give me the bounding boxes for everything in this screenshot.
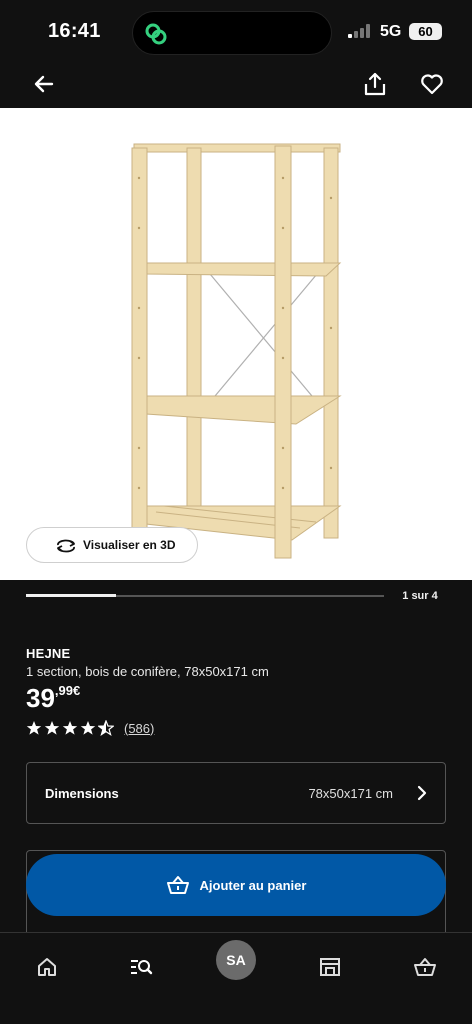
link-icon [145,23,167,45]
rotate-3d-icon [57,539,75,553]
price-decimal: ,99€ [54,683,81,698]
back-arrow-icon[interactable] [30,70,58,98]
heart-icon[interactable] [418,70,446,98]
tab-cart[interactable] [405,947,445,987]
add-to-cart-label: Ajouter au panier [199,877,307,893]
product-description: 1 section, bois de conifère, 78x50x171 c… [26,664,269,679]
product-name: HEJNE [26,646,71,661]
status-bar: 16:41 5G 60 [0,0,472,62]
avatar[interactable]: SA [216,940,256,980]
dynamic-island [132,11,332,55]
top-navigation [0,62,472,108]
tab-search[interactable] [121,947,161,987]
basket-icon [414,958,436,976]
product-image-area[interactable]: Visualiser en 3D [0,108,472,580]
carousel-progress [26,594,116,597]
star-half-icon [98,720,114,736]
review-count-link[interactable]: (586) [124,721,154,736]
tab-store[interactable] [310,947,350,987]
store-icon [320,958,340,976]
status-time: 16:41 [48,20,101,42]
star-icon [26,721,42,735]
product-price: 39,99€ [26,683,80,714]
image-carousel-indicator: 1 sur 4 [0,580,472,620]
product-rating[interactable]: (586) [26,719,154,737]
chevron-right-icon [417,785,427,801]
signal-icon [348,24,370,38]
search-list-icon [131,960,153,975]
price-integer: 39 [26,683,55,713]
dimensions-value: 78x50x171 cm [308,786,393,801]
tab-home[interactable] [27,947,67,987]
star-icon [80,721,96,735]
dimensions-row[interactable]: Dimensions 78x50x171 cm [26,762,446,824]
view-3d-button[interactable]: Visualiser en 3D [26,527,198,563]
product-image-shelf [131,143,342,559]
network-type: 5G [380,23,402,40]
share-icon[interactable] [361,70,389,98]
dimensions-label: Dimensions [45,786,119,801]
carousel-counter: 1 sur 4 [402,590,438,602]
add-to-cart-button[interactable]: Ajouter au panier [26,854,446,916]
star-icon [44,721,60,735]
battery-indicator: 60 [409,23,442,40]
home-icon [38,958,56,976]
star-icon [62,721,78,735]
basket-icon [166,876,189,894]
view-3d-label: Visualiser en 3D [83,538,176,552]
carousel-track [26,594,384,597]
